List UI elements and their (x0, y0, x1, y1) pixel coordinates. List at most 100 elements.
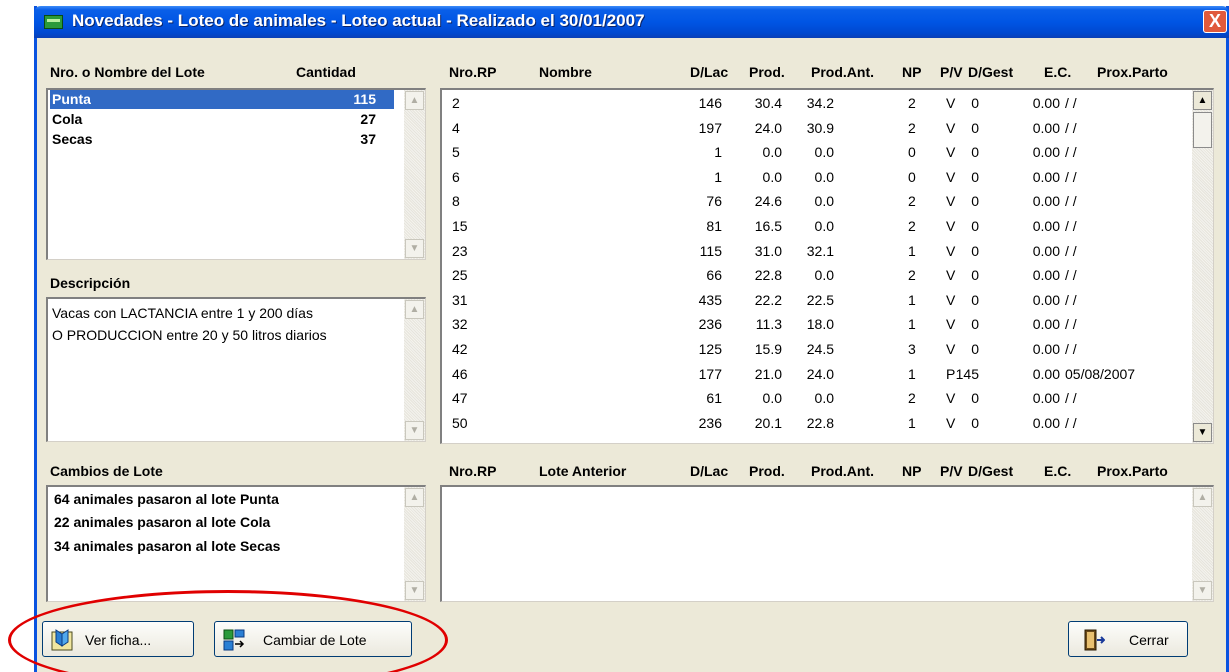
column-header[interactable]: D/Gest (968, 64, 1013, 80)
table-cell: 0.00 (1032, 168, 1060, 185)
lote-item[interactable]: Secas 37 (50, 130, 394, 149)
cambios-scrollbar[interactable]: ▲ ▼ (404, 487, 425, 601)
table-cell: 0.0 (762, 390, 782, 407)
column-header[interactable]: E.C. (1044, 463, 1071, 479)
animals-table[interactable]: 2 146 30.4 34.2 2 V 0 0.00/ /4 197 24.0 30.9 2 V 0 0.0… (440, 88, 1214, 444)
column-header[interactable]: Prod. (749, 463, 785, 479)
table-cell: 0 (971, 414, 979, 431)
table-cell: 0 (971, 390, 979, 407)
column-header[interactable]: Prox.Parto (1097, 463, 1168, 479)
scroll-up-icon[interactable]: ▲ (405, 91, 424, 110)
table-row[interactable]: 46 177 21.0 24.0 1 P 145 0.00 05/08/2007 (442, 363, 1182, 385)
table-row[interactable]: 6 1 0.0 0.0 0 V 0 0.00/ / (442, 166, 1182, 188)
table-cell: 20.1 (754, 414, 782, 431)
table-cell: 47 (452, 390, 468, 407)
column-header[interactable]: Prox.Parto (1097, 64, 1168, 80)
table-row[interactable]: 32 236 11.3 18.0 1 V 0 0.00 / / (442, 313, 1182, 335)
scroll-down-icon[interactable]: ▼ (1193, 423, 1212, 442)
lote-item[interactable]: Cola 27 (50, 110, 394, 129)
lote-list-scrollbar[interactable]: ▲ ▼ (404, 90, 425, 259)
table-row[interactable]: 31 435 22.2 22.5 1 V 0 0.00 / / (442, 289, 1182, 311)
table-row[interactable]: 47 61 0.0 0.0 2 V 0 0.00 / / (442, 387, 1182, 409)
table-cell: 42 (452, 341, 468, 357)
column-header[interactable]: NP (902, 463, 921, 479)
changes-table[interactable]: ▲ ▼ (440, 485, 1214, 602)
descripcion-scrollbar[interactable]: ▲ ▼ (404, 299, 425, 441)
table-cell: 0 (971, 95, 979, 111)
column-header[interactable]: E.C. (1044, 64, 1071, 80)
column-header[interactable]: Prod. (749, 64, 785, 80)
table-cell: 31 (452, 291, 468, 308)
table-row[interactable]: 50 236 20.1 22.8 1 V 0 0.00 / / (442, 412, 1182, 434)
table-cell: 0 (971, 341, 979, 357)
column-header[interactable]: D/Gest (968, 463, 1013, 479)
table-cell: V (946, 242, 956, 259)
table-cell: 22.2 (754, 291, 782, 308)
table-cell: / / (1065, 95, 1077, 111)
cambio-line: 64 animales pasaron al lote Punta (54, 491, 279, 507)
table-row[interactable]: 23 115 31.0 32.1 1 V 0 0.00 / / (442, 240, 1182, 262)
scroll-down-icon[interactable]: ▼ (1193, 581, 1212, 600)
table-row[interactable]: 8 76 24.6 0.0 2 V 0 0.00 / / (442, 190, 1182, 212)
column-header[interactable]: Prod.Ant. (811, 463, 874, 479)
scroll-up-icon[interactable]: ▲ (1193, 91, 1212, 110)
cambios-box[interactable]: 64 animales pasaron al lote Punta 22 ani… (46, 485, 426, 602)
column-header[interactable]: Nro.RP (449, 463, 496, 479)
column-header[interactable]: D/Lac (690, 64, 728, 80)
table-cell: 0 (908, 168, 916, 185)
table-cell: 23 (452, 242, 468, 259)
table-cell: / / (1065, 316, 1077, 333)
scroll-up-icon[interactable]: ▲ (405, 300, 424, 319)
lote-item[interactable]: Punta 115 (50, 90, 394, 109)
scroll-down-icon[interactable]: ▼ (405, 581, 424, 600)
changes-scrollbar[interactable]: ▲ ▼ (1192, 487, 1213, 601)
column-header[interactable]: P/V (940, 64, 963, 80)
lote-item-qty: 115 (353, 91, 376, 107)
table-cell: 32.1 (806, 242, 834, 259)
table-row[interactable]: 4 197 24.0 30.9 2 V 0 0.00 / / (442, 117, 1182, 139)
table-cell: V (946, 218, 956, 234)
column-header[interactable]: D/Lac (690, 463, 728, 479)
table-row[interactable]: 2 146 30.4 34.2 2 V 0 0.00 / / (442, 92, 1182, 114)
scroll-down-icon[interactable]: ▼ (405, 239, 424, 258)
cerrar-button[interactable]: Cerrar (1068, 621, 1188, 657)
column-header[interactable]: NP (902, 64, 921, 80)
table-cell: 0 (971, 218, 979, 234)
scroll-down-icon[interactable]: ▼ (405, 421, 424, 440)
table-cell: 21.0 (754, 365, 782, 382)
table-cell: 0 (971, 267, 979, 284)
cambio-line: 22 animales pasaron al lote Cola (54, 514, 271, 530)
table-row[interactable]: 25 66 22.8 0.0 2 V 0 0.00 / / (442, 264, 1182, 286)
table-row[interactable]: 42 125 15.9 24.5 3 V 0 0.00 / / (442, 338, 1182, 360)
cerrar-label: Cerrar (1129, 632, 1169, 648)
table-cell: 30.9 (806, 119, 834, 136)
column-header[interactable]: Nombre (539, 64, 592, 80)
table-cell: 2 (908, 390, 916, 407)
table-cell: 0.00 (1032, 414, 1060, 431)
close-button[interactable]: X (1203, 10, 1227, 33)
table-cell: V (946, 341, 956, 357)
lote-list[interactable]: Punta 115 Cola 27 Secas 37 ▲ ▼ (46, 88, 426, 260)
table-cell: 16.5 (754, 218, 782, 234)
column-header[interactable]: Lote Anterior (539, 463, 626, 479)
scroll-up-icon[interactable]: ▲ (1193, 488, 1212, 507)
table-cell: 0.00 (1032, 242, 1060, 259)
table-cell: 435 (698, 291, 722, 308)
title-bar[interactable]: Novedades - Loteo de animales - Loteo ac… (34, 6, 1229, 38)
animals-scrollbar[interactable]: ▲ ▼ (1192, 90, 1213, 443)
table-cell: 24.0 (806, 365, 834, 382)
table-row[interactable]: 15 81 16.5 0.0 2 V 0 0.00 / / (442, 215, 1182, 237)
scroll-up-icon[interactable]: ▲ (405, 488, 424, 507)
table-cell: / / (1065, 193, 1077, 210)
column-header[interactable]: P/V (940, 463, 963, 479)
table-row[interactable]: 5 1 0.0 0.0 0 V 0 0.00/ / (442, 141, 1182, 163)
table-cell: 1 (908, 414, 916, 431)
descripcion-box[interactable]: Vacas con LACTANCIA entre 1 y 200 días O… (46, 297, 426, 442)
table-cell: 3 (908, 341, 916, 357)
column-header[interactable]: Prod.Ant. (811, 64, 874, 80)
table-cell: 0 (971, 144, 979, 161)
lote-item-name: Secas (52, 131, 93, 147)
table-cell: 31.0 (754, 242, 782, 259)
scroll-thumb[interactable] (1193, 112, 1212, 148)
column-header[interactable]: Nro.RP (449, 64, 496, 80)
